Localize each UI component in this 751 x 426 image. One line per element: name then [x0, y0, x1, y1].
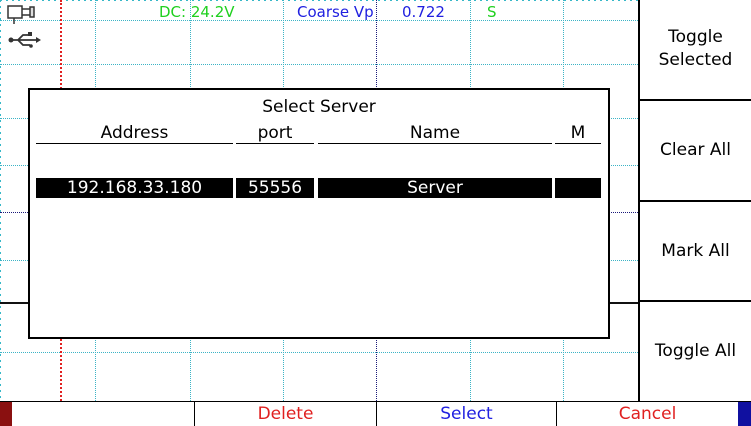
bottom-softkey-bar: Delete Select Cancel [0, 401, 751, 426]
softkey-panel: Toggle Selected Clear All Mark All Toggl… [638, 0, 751, 401]
dc-voltage-readout: DC: 24.2V [159, 3, 235, 21]
cell-address[interactable]: 192.168.33.180 [36, 178, 233, 198]
status-indicator: S [487, 3, 497, 21]
column-header-port: port [236, 123, 314, 144]
column-header-name: Name [318, 123, 552, 144]
mode-label: Coarse Vp [297, 3, 374, 21]
right-edge-marker [738, 402, 751, 426]
column-header-address: Address [36, 123, 233, 144]
usb-icon [4, 2, 44, 52]
cancel-button[interactable]: Cancel [557, 402, 738, 426]
toggle-selected-button[interactable]: Toggle Selected [640, 0, 751, 98]
select-button[interactable]: Select [377, 402, 556, 426]
cell-name[interactable]: Server [318, 178, 552, 198]
mark-all-button[interactable]: Mark All [640, 202, 751, 300]
cell-port[interactable]: 55556 [236, 178, 314, 198]
clear-all-button[interactable]: Clear All [640, 101, 751, 199]
delete-button[interactable]: Delete [195, 402, 376, 426]
toggle-all-button[interactable]: Toggle All [640, 302, 751, 400]
mode-value: 0.722 [402, 3, 445, 21]
dialog-title: Select Server [262, 97, 376, 117]
select-server-dialog: Select Server Address port Name M 192.16… [28, 88, 610, 339]
column-header-mark: M [555, 123, 601, 144]
cell-mark[interactable] [555, 178, 601, 198]
bottom-key-1[interactable] [12, 402, 194, 426]
left-edge-marker [0, 402, 12, 426]
